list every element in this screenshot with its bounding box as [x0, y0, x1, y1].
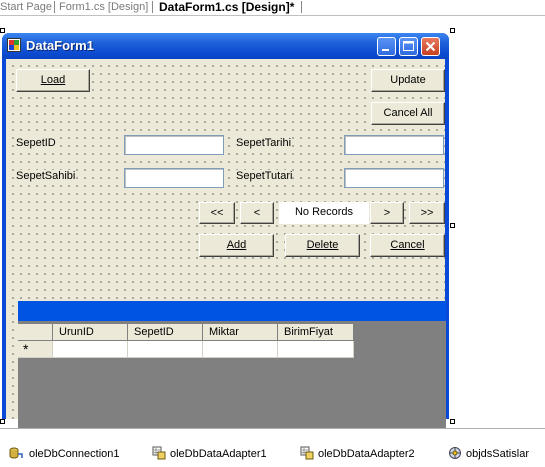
tab-separator [54, 1, 55, 13]
tab-dataform1-design[interactable]: DataForm1.cs [Design]* [159, 0, 294, 14]
title-bar[interactable]: DataForm1 [2, 33, 449, 59]
minimize-icon [382, 49, 389, 51]
minimize-button[interactable] [377, 37, 396, 56]
grid-row-header-corner [18, 324, 53, 341]
cancel-button[interactable]: Cancel [370, 234, 445, 257]
component-oledbdataadapter1[interactable]: oleDbDataAdapter1 [170, 447, 267, 461]
document-tab-strip: Start Page Form1.cs [Design] DataForm1.c… [0, 0, 545, 16]
load-button-label: Load [40, 74, 66, 86]
form-icon [7, 38, 21, 52]
data-adapter-icon [300, 446, 314, 460]
last-record-button[interactable]: >> [409, 202, 445, 224]
grid-cell[interactable] [203, 341, 278, 358]
grid-cell[interactable] [53, 341, 128, 358]
next-record-label: > [383, 207, 391, 219]
first-record-button[interactable]: << [199, 202, 235, 224]
resize-handle-bottom-left[interactable] [0, 419, 5, 424]
grid-caption-bar [18, 301, 446, 321]
form-client-area: Load Update Cancel All SepetID SepetTari… [6, 59, 446, 452]
grid-column-header-sepetid[interactable]: SepetID [128, 324, 203, 341]
sepet-id-label: SepetID [16, 137, 56, 150]
next-record-button[interactable]: > [370, 202, 404, 224]
grid-column-header-urunid[interactable]: UrunID [53, 324, 128, 341]
component-oledbdataadapter2[interactable]: oleDbDataAdapter2 [318, 447, 415, 461]
cancel-all-button[interactable]: Cancel All [371, 102, 445, 125]
resize-handle-bottom-right[interactable] [450, 419, 455, 424]
window-title: DataForm1 [26, 38, 94, 53]
close-icon [425, 41, 436, 52]
grid-new-row-marker: * [18, 341, 53, 358]
previous-record-button[interactable]: < [240, 202, 274, 224]
sepet-id-field[interactable] [124, 135, 224, 155]
data-adapter-icon [152, 446, 166, 460]
cancel-all-button-label: Cancel All [383, 107, 433, 119]
form-window[interactable]: DataForm1 Load Update Cancel All SepetID… [2, 33, 449, 452]
add-button[interactable]: Add [199, 234, 274, 257]
grid-cell[interactable] [128, 341, 203, 358]
tab-start-page[interactable]: Start Page [0, 0, 52, 14]
database-connection-icon [9, 447, 23, 459]
delete-button-label: Delete [306, 239, 339, 251]
sepet-sahibi-field[interactable] [124, 168, 224, 188]
grid-column-header-birimfiyat[interactable]: BirimFiyat [278, 324, 354, 341]
update-button[interactable]: Update [371, 69, 445, 92]
resize-handle-top-left[interactable] [0, 28, 5, 33]
cancel-button-label: Cancel [390, 239, 425, 251]
load-button[interactable]: Load [16, 69, 90, 92]
sepet-tutari-field[interactable] [344, 168, 444, 188]
sepet-sahibi-label: SepetSahibi [16, 170, 76, 183]
close-button[interactable] [421, 37, 440, 56]
component-oledbconnection1[interactable]: oleDbConnection1 [29, 447, 120, 461]
maximize-icon [403, 41, 414, 51]
resize-handle-right[interactable] [450, 223, 455, 228]
tab-form1-design[interactable]: Form1.cs [Design] [59, 0, 148, 14]
tab-separator [152, 1, 153, 13]
tab-separator [301, 1, 302, 13]
sepet-tarihi-label: SepetTarihi [236, 137, 292, 150]
dataset-icon [449, 447, 461, 459]
update-button-label: Update [390, 74, 426, 86]
previous-record-label: < [253, 207, 261, 219]
grid-column-header-miktar[interactable]: Miktar [203, 324, 278, 341]
add-button-label: Add [226, 239, 247, 251]
component-objdssatislar[interactable]: objdsSatislar [466, 447, 529, 461]
last-record-label: >> [420, 207, 434, 219]
sepet-tarihi-field[interactable] [344, 135, 444, 155]
delete-button[interactable]: Delete [285, 234, 360, 257]
first-record-label: << [210, 207, 224, 219]
sepet-tutari-label: SepetTutari [236, 170, 293, 183]
resize-handle-top-right[interactable] [450, 28, 455, 33]
record-status-label: No Records [279, 202, 369, 224]
grid-cell[interactable] [278, 341, 354, 358]
maximize-button[interactable] [399, 37, 418, 56]
